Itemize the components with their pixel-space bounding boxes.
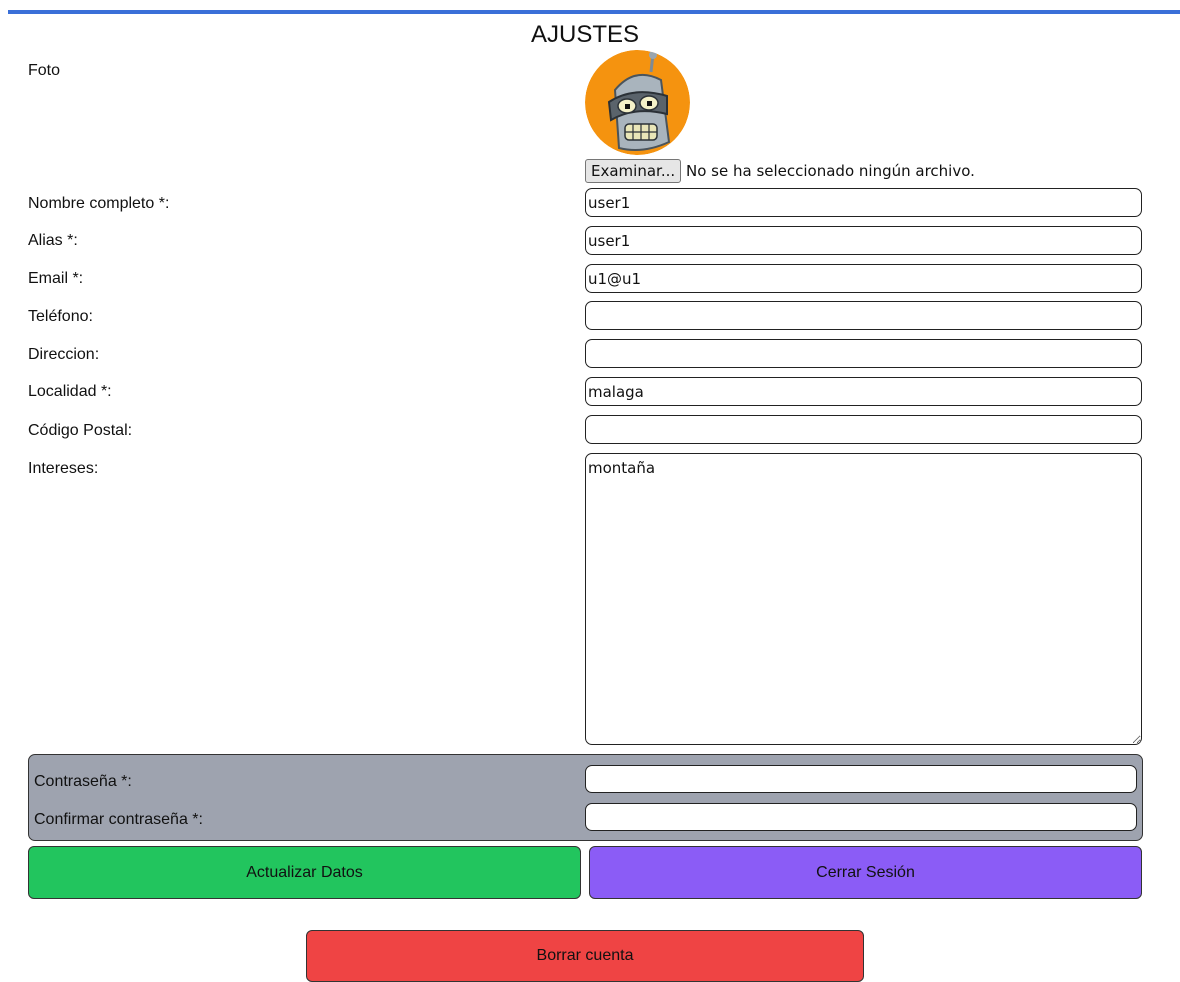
avatar-image bbox=[585, 50, 690, 155]
interests-label: Intereses: bbox=[28, 460, 99, 477]
password-label: Contraseña *: bbox=[34, 773, 132, 790]
browse-file-button[interactable]: Examinar... bbox=[585, 159, 682, 183]
delete-account-button[interactable]: Borrar cuenta bbox=[306, 930, 864, 982]
phone-input[interactable] bbox=[585, 301, 1142, 330]
email-input[interactable] bbox=[585, 264, 1142, 293]
update-data-button[interactable]: Actualizar Datos bbox=[28, 846, 581, 899]
logout-button[interactable]: Cerrar Sesión bbox=[589, 846, 1142, 899]
fullname-label: Nombre completo *: bbox=[28, 195, 170, 212]
password-input[interactable] bbox=[585, 765, 1137, 793]
interests-textarea[interactable]: montaña bbox=[585, 453, 1142, 745]
page-title: AJUSTES bbox=[530, 21, 640, 48]
address-input[interactable] bbox=[585, 339, 1142, 368]
alias-input[interactable] bbox=[585, 226, 1142, 255]
postal-code-input[interactable] bbox=[585, 415, 1142, 444]
confirm-password-input[interactable] bbox=[585, 803, 1137, 831]
postal-code-label: Código Postal: bbox=[28, 422, 133, 439]
alias-label: Alias *: bbox=[28, 232, 78, 249]
file-status-text: No se ha seleccionado ningún archivo. bbox=[686, 162, 975, 180]
locality-input[interactable] bbox=[585, 377, 1142, 406]
confirm-password-label: Confirmar contraseña *: bbox=[34, 811, 203, 828]
top-accent-bar bbox=[8, 10, 1180, 14]
email-label: Email *: bbox=[28, 270, 84, 287]
locality-label: Localidad *: bbox=[28, 383, 112, 400]
fullname-input[interactable] bbox=[585, 188, 1142, 217]
address-label: Direccion: bbox=[28, 346, 100, 363]
photo-label: Foto bbox=[28, 62, 61, 79]
phone-label: Teléfono: bbox=[28, 308, 93, 325]
